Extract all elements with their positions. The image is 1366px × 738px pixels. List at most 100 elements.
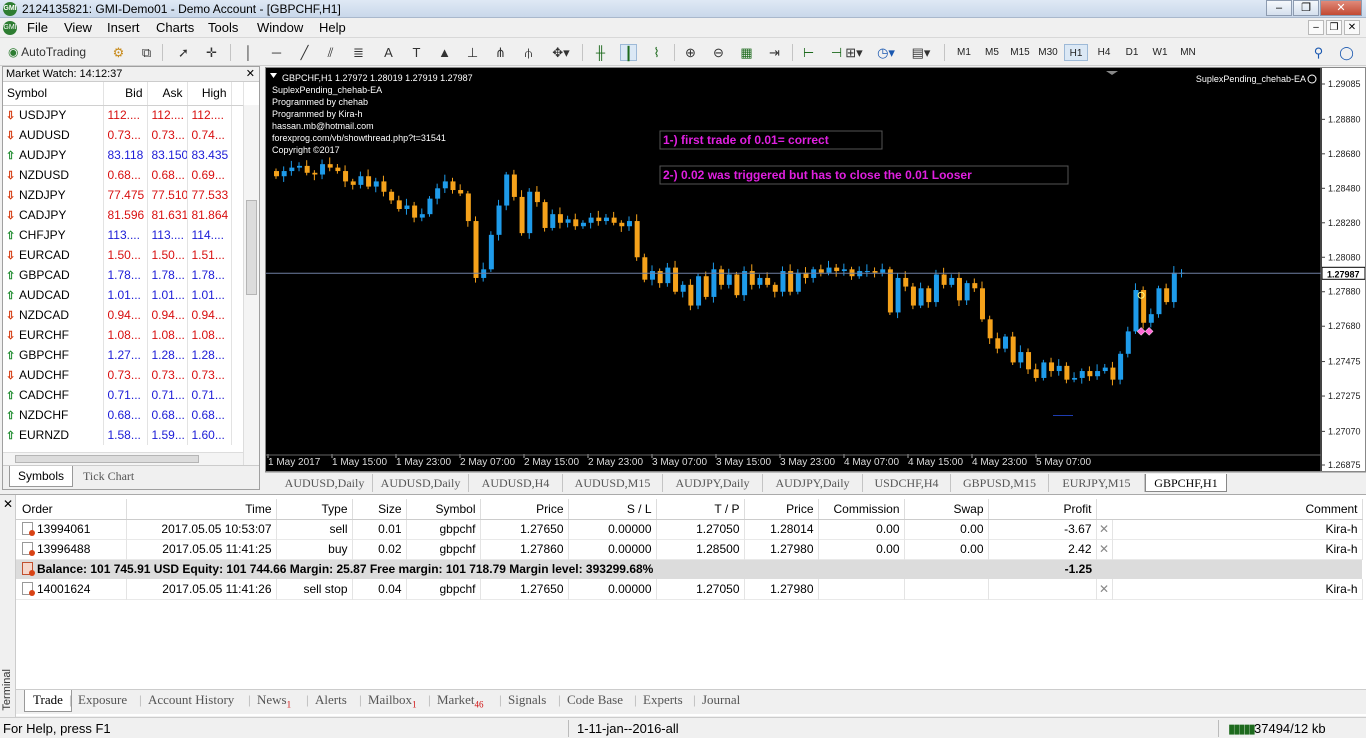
scroll-thumb[interactable] <box>246 200 257 295</box>
menu-view[interactable]: View <box>64 20 92 35</box>
timeframe-m15[interactable]: M15 <box>1008 44 1032 61</box>
timeframe-d1[interactable]: D1 <box>1120 44 1144 61</box>
arrows-dropdown-icon[interactable]: ✥▾ <box>548 44 574 61</box>
horizontal-line-icon[interactable]: ─ <box>268 44 285 61</box>
text-label-icon[interactable]: T <box>408 44 425 61</box>
chart-tab[interactable]: AUDUSD,H4 <box>469 474 563 492</box>
pitchfork-icon[interactable]: ⫛ <box>520 44 537 61</box>
chart-tab[interactable]: EURJPY,M15 <box>1049 474 1145 492</box>
col-type[interactable]: Type <box>276 499 353 520</box>
col-comment[interactable]: Comment <box>1096 499 1363 520</box>
market-watch-row[interactable]: ⇧ NZDCHF 0.68... 0.68... 0.68... <box>3 405 244 425</box>
market-watch-row[interactable]: ⇧ GBPCHF 1.27... 1.28... 1.28... <box>3 345 244 365</box>
chat-icon[interactable]: ◯ <box>1338 44 1355 61</box>
channel-icon[interactable]: ⫽ <box>322 44 339 61</box>
close-button[interactable]: ✕ <box>1320 0 1362 16</box>
search-icon[interactable]: ⚲ <box>1310 44 1327 61</box>
navigator-icon[interactable]: ⧉ <box>138 44 155 61</box>
col-symbol[interactable]: Symbol <box>406 499 481 520</box>
market-watch-row[interactable]: ⇩ NZDJPY 77.475 77.510 77.533 <box>3 185 244 205</box>
col-size[interactable]: Size <box>352 499 407 520</box>
col-profit[interactable]: Profit <box>988 499 1097 520</box>
price-chart[interactable]: 1.29085 1.28880 1.28680 1.28480 1.28280 1.280… <box>266 68 1365 471</box>
market-watch-row[interactable]: ⇧ AUDJPY 83.118 83.150 83.435 <box>3 145 244 165</box>
indicators-dropdown-icon[interactable]: ⊞▾ <box>840 44 868 61</box>
chart-window[interactable]: 1.29085 1.28880 1.28680 1.28480 1.28280 1.280… <box>265 67 1366 472</box>
timeframe-h1[interactable]: H1 <box>1064 44 1088 61</box>
fibo-fan-icon[interactable]: ⋔ <box>492 44 509 61</box>
col-order[interactable]: Order <box>16 499 127 520</box>
mdi-close-button[interactable]: ✕ <box>1344 20 1360 35</box>
col-bid[interactable]: Bid <box>103 82 148 106</box>
chart-tab[interactable]: GBPCHF,H1 <box>1145 474 1227 492</box>
col-commission[interactable]: Commission <box>818 499 905 520</box>
market-watch-row[interactable]: ⇧ EURNZD 1.58... 1.59... 1.60... <box>3 425 244 445</box>
chart-tab[interactable]: AUDUSD,Daily <box>277 474 373 492</box>
close-order-icon[interactable]: ✕ <box>1096 539 1113 559</box>
tab-symbols[interactable]: Symbols <box>9 466 74 487</box>
text-icon[interactable]: A <box>380 44 397 61</box>
col-price[interactable]: Price <box>744 499 819 520</box>
terminal-tab-mailbox[interactable]: Mailbox1 <box>368 692 417 710</box>
chart-tab[interactable]: AUDUSD,M15 <box>563 474 663 492</box>
market-watch-row[interactable]: ⇩ NZDUSD 0.68... 0.68... 0.69... <box>3 165 244 185</box>
timeframe-w1[interactable]: W1 <box>1148 44 1172 61</box>
terminal-tab-code-base[interactable]: Code Base <box>567 692 623 708</box>
market-watch-row[interactable]: ⇩ AUDUSD 0.73... 0.73... 0.74... <box>3 125 244 145</box>
minimize-button[interactable]: – <box>1266 0 1292 16</box>
market-watch-row[interactable]: ⇧ CHFJPY 113.... 113.... 114.... <box>3 225 244 245</box>
market-watch-hscroll[interactable] <box>3 452 243 465</box>
tile-windows-icon[interactable]: ▦ <box>738 44 755 61</box>
terminal-tab-signals[interactable]: Signals <box>508 692 546 708</box>
mdi-minimize-button[interactable]: – <box>1308 20 1324 35</box>
market-watch-row[interactable]: ⇩ USDJPY 112.... 112.... 112.... <box>3 105 244 125</box>
market-watch-row[interactable]: ⇩ NZDCAD 0.94... 0.94... 0.94... <box>3 305 244 325</box>
chart-tab[interactable]: AUDUSD,Daily <box>373 474 469 492</box>
pending-order-row[interactable]: 14001624 2017.05.05 11:41:26 sell stop 0.04… <box>16 579 1363 599</box>
terminal-tab-account-history[interactable]: Account History <box>148 692 234 708</box>
timeframe-mn[interactable]: MN <box>1176 44 1200 61</box>
col-s-l[interactable]: S / L <box>568 499 657 520</box>
candlestick-icon[interactable]: ┃ <box>620 44 637 61</box>
market-watch-row[interactable]: ⇩ CADJPY 81.596 81.631 81.864 <box>3 205 244 225</box>
chart-shift-icon[interactable]: ⊢ <box>800 44 817 61</box>
timeframe-m5[interactable]: M5 <box>980 44 1004 61</box>
order-row[interactable]: 13996488 2017.05.05 11:41:25 buy 0.02 gbpchf… <box>16 539 1363 559</box>
zoom-in-icon[interactable]: ⊕ <box>682 44 699 61</box>
maximize-button[interactable]: ❐ <box>1293 0 1319 16</box>
terminal-tab-exposure[interactable]: Exposure <box>78 692 127 708</box>
close-icon[interactable]: ✕ <box>246 67 255 82</box>
trendline-icon[interactable]: ╱ <box>296 44 313 61</box>
chart-tab[interactable]: AUDJPY,Daily <box>763 474 863 492</box>
close-icon[interactable]: ✕ <box>3 497 13 511</box>
col-time[interactable]: Time <box>126 499 277 520</box>
terminal-tab-alerts[interactable]: Alerts <box>315 692 347 708</box>
mdi-restore-button[interactable]: ❐ <box>1326 20 1342 35</box>
col-ask[interactable]: Ask <box>147 82 188 106</box>
crosshair-icon[interactable]: ✛ <box>203 44 220 61</box>
templates-dropdown-icon[interactable]: ▤▾ <box>906 44 936 61</box>
col-symbol[interactable]: Symbol <box>3 82 104 106</box>
order-row[interactable]: 13994061 2017.05.05 10:53:07 sell 0.01 gbpch… <box>16 519 1363 539</box>
chart-tab[interactable]: USDCHF,H4 <box>863 474 951 492</box>
terminal-tab-trade[interactable]: Trade <box>24 690 72 712</box>
timeframe-m30[interactable]: M30 <box>1036 44 1060 61</box>
col-swap[interactable]: Swap <box>904 499 989 520</box>
terminal-tab-experts[interactable]: Experts <box>643 692 683 708</box>
market-watch-row[interactable]: ⇩ EURCHF 1.08... 1.08... 1.08... <box>3 325 244 345</box>
trade-icon[interactable]: ⚙ <box>110 44 127 61</box>
menu-charts[interactable]: Charts <box>156 20 194 35</box>
menu-help[interactable]: Help <box>319 20 346 35</box>
market-watch-row[interactable]: ⇩ EURCAD 1.50... 1.50... 1.51... <box>3 245 244 265</box>
bar-chart-icon[interactable]: ╫ <box>592 44 609 61</box>
close-order-icon[interactable]: ✕ <box>1096 579 1113 599</box>
shapes-icon[interactable]: ▲ <box>436 44 453 61</box>
chart-tab[interactable]: GBPUSD,M15 <box>951 474 1049 492</box>
market-watch-row[interactable]: ⇩ AUDCHF 0.73... 0.73... 0.73... <box>3 365 244 385</box>
terminal-tab-market[interactable]: Market46 <box>437 692 484 710</box>
market-watch-vscroll[interactable] <box>243 105 259 467</box>
gann-icon[interactable]: ⊥ <box>464 44 481 61</box>
menu-tools[interactable]: Tools <box>208 20 238 35</box>
cursor-icon[interactable]: ➚ <box>175 44 192 61</box>
tab-tick-chart[interactable]: Tick Chart <box>83 469 134 484</box>
